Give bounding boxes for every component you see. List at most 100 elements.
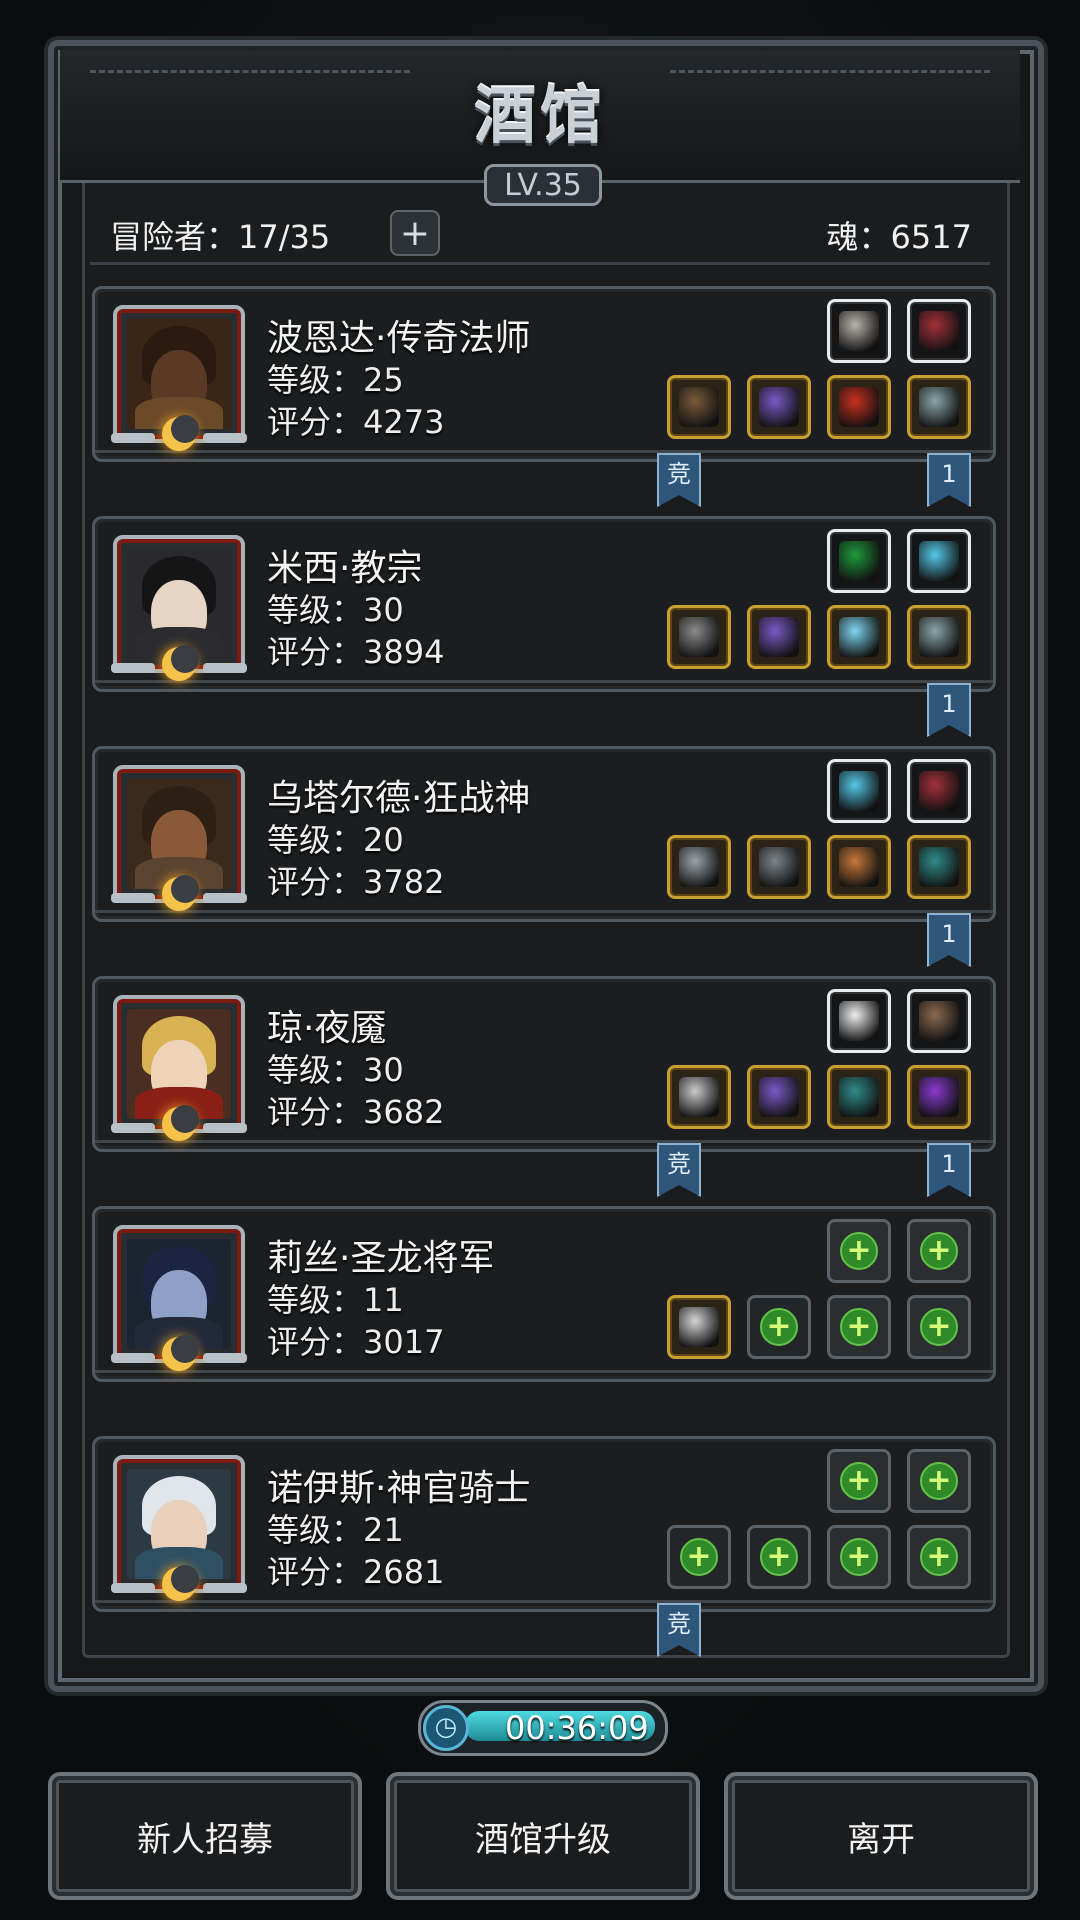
hero-card[interactable]: 琼·夜魇 等级：30 评分：3682 竞 1 xyxy=(92,976,996,1197)
hero-name: 莉丝·圣龙将军 xyxy=(267,1238,495,1279)
hero-name: 乌塔尔德·狂战神 xyxy=(267,778,531,819)
gauntlet-icon xyxy=(919,387,959,427)
hero-portrait[interactable] xyxy=(111,1225,247,1371)
empty-equipment-slot[interactable]: + xyxy=(907,1449,971,1513)
iron-armor-icon xyxy=(759,847,799,887)
wing-ornament-icon xyxy=(111,1583,155,1593)
crescent-moon-icon xyxy=(162,415,199,451)
hero-level: 等级：25 xyxy=(267,361,404,399)
brown-cloak-icon xyxy=(919,1001,959,1041)
hammer-icon xyxy=(679,617,719,657)
add-icon: + xyxy=(920,1308,958,1346)
axe-icon xyxy=(679,847,719,887)
crescent-moon-icon xyxy=(162,1335,199,1371)
empty-equipment-slot[interactable]: + xyxy=(667,1525,731,1589)
blade-icon xyxy=(679,1077,719,1117)
equipment-slot[interactable] xyxy=(747,605,811,669)
equipment-slot[interactable] xyxy=(667,1295,731,1359)
soul-currency: 魂：6517 xyxy=(826,218,972,256)
portrait-art xyxy=(127,1009,231,1119)
equipment-slot[interactable] xyxy=(907,299,971,363)
ice-boot-icon xyxy=(839,771,879,811)
add-icon: + xyxy=(840,1538,878,1576)
empty-equipment-slot[interactable]: + xyxy=(827,1525,891,1589)
hero-portrait[interactable] xyxy=(111,1455,247,1601)
equipment-slot[interactable] xyxy=(827,375,891,439)
wing-ornament-icon xyxy=(203,1583,247,1593)
tavern-level-badge: LV.35 xyxy=(484,164,602,206)
hero-level: 等级：30 xyxy=(267,1051,404,1089)
wing-ornament-icon xyxy=(111,433,155,443)
equipment-slot[interactable] xyxy=(907,835,971,899)
equipment-slot[interactable] xyxy=(827,529,891,593)
equipment-slot[interactable] xyxy=(907,759,971,823)
violet-armor-icon xyxy=(759,617,799,657)
equipment-slot[interactable] xyxy=(667,605,731,669)
empty-equipment-slot[interactable]: + xyxy=(907,1525,971,1589)
equipment-slot[interactable] xyxy=(907,529,971,593)
recruit-timer: ◷ 00:36:09 xyxy=(418,1700,668,1756)
crimson-pouch-icon xyxy=(919,311,959,351)
hero-portrait[interactable] xyxy=(111,305,247,451)
clock-icon: ◷ xyxy=(423,1705,469,1751)
wing-ornament-icon xyxy=(203,893,247,903)
hero-portrait[interactable] xyxy=(111,535,247,681)
equipment-slot[interactable] xyxy=(827,1065,891,1129)
equipment-slot[interactable] xyxy=(907,375,971,439)
wing-ornament-icon xyxy=(203,1353,247,1363)
empty-equipment-slot[interactable]: + xyxy=(907,1219,971,1283)
recruit-button[interactable]: 新人招募 xyxy=(48,1772,362,1900)
equipment-slot[interactable] xyxy=(667,835,731,899)
empty-equipment-slot[interactable]: + xyxy=(747,1525,811,1589)
wing-ornament-icon xyxy=(203,663,247,673)
hero-portrait[interactable] xyxy=(111,765,247,911)
empty-equipment-slot[interactable]: + xyxy=(827,1295,891,1359)
hero-card[interactable]: 米西·教宗 等级：30 评分：3894 1 xyxy=(92,516,996,737)
equipment-slot[interactable] xyxy=(827,299,891,363)
add-icon: + xyxy=(760,1538,798,1576)
add-icon: + xyxy=(920,1232,958,1270)
hero-name: 米西·教宗 xyxy=(267,548,423,589)
hero-card[interactable]: 莉丝·圣龙将军 等级：11 评分：3017 + + + + + xyxy=(92,1206,996,1382)
bronze-ring-icon xyxy=(839,847,879,887)
equipment-slot[interactable] xyxy=(667,1065,731,1129)
hero-card[interactable]: 诺伊斯·神官骑士 等级：21 评分：2681 + + + + + + 竞 xyxy=(92,1436,996,1657)
empty-equipment-slot[interactable]: + xyxy=(827,1449,891,1513)
hero-name: 诺伊斯·神官骑士 xyxy=(267,1468,531,1509)
equipment-slot[interactable] xyxy=(667,375,731,439)
equipment-slot[interactable] xyxy=(827,835,891,899)
equipment-slot[interactable] xyxy=(747,835,811,899)
expand-roster-button[interactable]: + xyxy=(390,210,440,256)
teal-ring-icon xyxy=(839,1077,879,1117)
equipment-slot[interactable] xyxy=(747,1065,811,1129)
hero-portrait[interactable] xyxy=(111,995,247,1141)
add-icon: + xyxy=(840,1308,878,1346)
equipment-slot[interactable] xyxy=(747,375,811,439)
hero-name: 琼·夜魇 xyxy=(267,1008,387,1049)
equipment-slot[interactable] xyxy=(827,989,891,1053)
equipment-slot[interactable] xyxy=(827,759,891,823)
wing-ornament-icon xyxy=(111,1353,155,1363)
crescent-moon-icon xyxy=(162,645,199,681)
equipment-slot[interactable] xyxy=(907,1065,971,1129)
add-icon: + xyxy=(840,1232,878,1270)
hero-level: 等级：21 xyxy=(267,1511,404,1549)
empty-equipment-slot[interactable]: + xyxy=(747,1295,811,1359)
hero-card[interactable]: 波恩达·传奇法师 等级：25 评分：4273 竞 1 xyxy=(92,286,996,507)
chain-decoration-right xyxy=(670,70,990,81)
add-icon: + xyxy=(760,1308,798,1346)
equipment-slot[interactable] xyxy=(907,605,971,669)
leave-button[interactable]: 离开 xyxy=(724,1772,1038,1900)
violet-armor-icon xyxy=(759,1077,799,1117)
purple-ring-icon xyxy=(919,1077,959,1117)
equipment-slot[interactable] xyxy=(907,989,971,1053)
equipment-slot[interactable] xyxy=(827,605,891,669)
hero-card[interactable]: 乌塔尔德·狂战神 等级：20 评分：3782 1 xyxy=(92,746,996,967)
upgrade-tavern-button[interactable]: 酒馆升级 xyxy=(386,1772,700,1900)
chain-decoration-left xyxy=(90,70,410,81)
empty-equipment-slot[interactable]: + xyxy=(827,1219,891,1283)
empty-equipment-slot[interactable]: + xyxy=(907,1295,971,1359)
hero-score: 评分：4273 xyxy=(267,403,445,441)
sword-icon xyxy=(679,1307,719,1347)
crimson-pouch-icon xyxy=(919,771,959,811)
